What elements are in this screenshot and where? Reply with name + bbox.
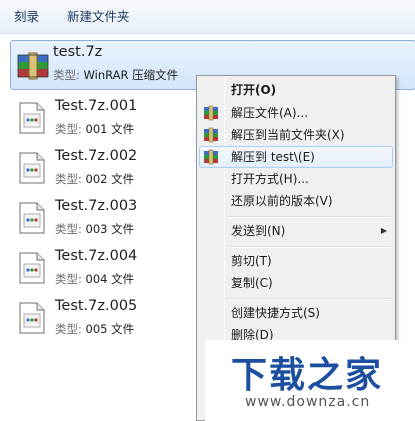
menu-item-extract-to[interactable]: 解压到 test\(E): [199, 146, 393, 168]
file-name: Test.7z.004: [55, 248, 138, 264]
menu-item-restore-versions[interactable]: 还原以前的版本(V): [199, 190, 393, 212]
menu-item-extract-here[interactable]: 解压到当前文件夹(X): [199, 124, 393, 146]
menu-item-open-with[interactable]: 打开方式(H)...: [199, 168, 393, 190]
menu-item-open[interactable]: 打开(O): [199, 79, 393, 101]
file-type: 类型: 001 文件: [55, 122, 135, 136]
submenu-arrow-icon: ▶: [380, 226, 387, 235]
watermark: 下载之家 www.downza.cn: [205, 340, 415, 421]
watermark-url: www.downza.cn: [245, 394, 371, 410]
menu-item-extract-files[interactable]: 解压文件(A)...: [199, 102, 393, 124]
file-type: 类型: 003 文件: [55, 222, 135, 236]
generic-file-icon: [19, 152, 45, 184]
menu-separator: [227, 298, 391, 300]
winrar-icon: [204, 105, 218, 121]
file-item-test-7z-002[interactable]: Test.7z.002 类型: 002 文件: [12, 144, 212, 190]
file-name: Test.7z.002: [55, 148, 138, 164]
file-item-test-7z-005[interactable]: Test.7z.005 类型: 005 文件: [12, 294, 212, 340]
generic-file-icon: [19, 252, 45, 284]
file-type: 类型: 004 文件: [55, 272, 135, 286]
file-name: Test.7z.001: [55, 98, 138, 114]
file-type: 类型: 002 文件: [55, 172, 135, 186]
file-type: 类型: WinRAR 压缩文件: [53, 68, 179, 82]
file-name: Test.7z.005: [55, 298, 138, 314]
menu-item-copy[interactable]: 复制(C): [199, 272, 393, 294]
file-item-test-7z-001[interactable]: Test.7z.001 类型: 001 文件: [12, 94, 212, 140]
file-type: 类型: 005 文件: [55, 322, 135, 336]
winrar-icon: [204, 149, 218, 165]
winrar-archive-icon: [17, 52, 49, 80]
file-name: test.7z: [53, 44, 103, 60]
file-name: Test.7z.003: [55, 198, 138, 214]
burn-button[interactable]: 刻录: [0, 0, 53, 34]
watermark-logo-text: 下载之家: [231, 355, 384, 396]
menu-separator: [227, 216, 391, 218]
generic-file-icon: [19, 302, 45, 334]
file-item-test-7z-004[interactable]: Test.7z.004 类型: 004 文件: [12, 244, 212, 290]
command-bar: 刻录 新建文件夹: [0, 0, 415, 34]
menu-item-create-shortcut[interactable]: 创建快捷方式(S): [199, 302, 393, 324]
new-folder-button[interactable]: 新建文件夹: [53, 0, 144, 34]
menu-item-cut[interactable]: 剪切(T): [199, 250, 393, 272]
menu-item-send-to[interactable]: 发送到(N) ▶: [199, 220, 393, 242]
menu-separator: [227, 246, 391, 248]
winrar-icon: [204, 127, 218, 143]
generic-file-icon: [19, 102, 45, 134]
file-item-test-7z-003[interactable]: Test.7z.003 类型: 003 文件: [12, 194, 212, 240]
generic-file-icon: [19, 202, 45, 234]
